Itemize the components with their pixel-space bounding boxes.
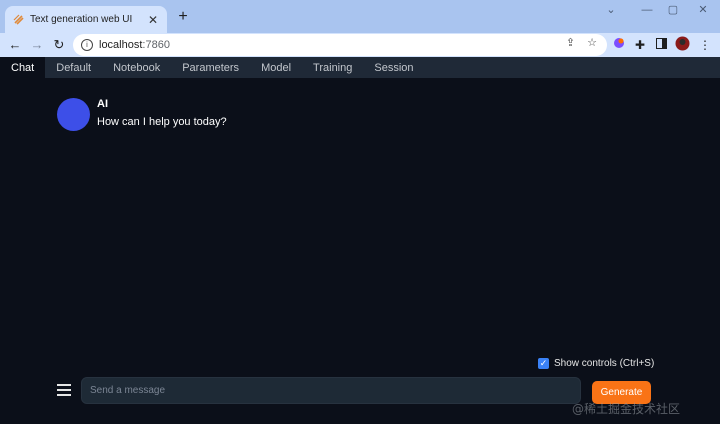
back-arrow-icon[interactable]: ←	[5, 35, 25, 55]
tab-chat[interactable]: Chat	[0, 57, 46, 78]
tab-training[interactable]: Training	[302, 57, 363, 78]
tab-title: Text generation web UI	[30, 14, 133, 25]
site-info-icon[interactable]: i	[81, 39, 93, 51]
app-favicon-icon	[13, 14, 24, 25]
maximize-button[interactable]: ▢	[660, 0, 686, 20]
tab-model[interactable]: Model	[250, 57, 302, 78]
message-text: How can I help you today?	[97, 116, 227, 128]
new-tab-button[interactable]: +	[174, 7, 192, 27]
forward-arrow-icon[interactable]: →	[27, 35, 47, 55]
tab-default[interactable]: Default	[45, 57, 102, 78]
share-icon[interactable]: ⇪	[566, 36, 575, 49]
message-input[interactable]: Send a message	[81, 377, 581, 404]
ai-avatar	[57, 98, 90, 131]
reload-icon[interactable]: ↻	[49, 35, 69, 55]
tab-session[interactable]: Session	[363, 57, 424, 78]
tab-close-icon[interactable]: ✕	[145, 13, 161, 27]
tab-search-icon[interactable]: ⌄	[598, 0, 624, 20]
url-port: :7860	[142, 39, 170, 51]
extension-app-icon[interactable]	[611, 36, 627, 54]
tab-notebook[interactable]: Notebook	[102, 57, 171, 78]
browser-toolbar: ← → ↻ i localhost:7860 ⇪ ☆ ✚ ⋮	[0, 33, 720, 57]
minimize-button[interactable]: —	[634, 0, 660, 20]
window-close-button[interactable]: ✕	[690, 0, 716, 20]
browser-menu-icon[interactable]: ⋮	[697, 36, 713, 54]
side-panel-icon[interactable]	[653, 36, 669, 54]
bookmark-star-icon[interactable]: ☆	[587, 36, 597, 49]
profile-avatar-icon[interactable]	[674, 36, 690, 54]
url-host: localhost	[99, 39, 143, 51]
app-tab-bar: Chat Default Notebook Parameters Model T…	[0, 57, 720, 78]
tab-parameters[interactable]: Parameters	[171, 57, 250, 78]
show-controls-checkbox[interactable]: ✓	[538, 358, 549, 369]
browser-titlebar: Text generation web UI ✕ + ⌄ — ▢ ✕	[0, 0, 720, 33]
address-bar[interactable]: i localhost:7860 ⇪ ☆	[73, 34, 607, 56]
hamburger-menu-icon[interactable]	[57, 382, 71, 396]
watermark: @稀土掘金技术社区	[572, 402, 681, 416]
show-controls-label: Show controls (Ctrl+S)	[554, 358, 655, 369]
browser-tab[interactable]: Text generation web UI ✕	[5, 6, 167, 33]
message-sender: AI	[97, 98, 108, 110]
chat-area: AI How can I help you today? ✓ Show cont…	[0, 78, 720, 424]
show-controls-toggle[interactable]: ✓ Show controls (Ctrl+S)	[538, 358, 654, 369]
extensions-puzzle-icon[interactable]: ✚	[632, 36, 648, 54]
